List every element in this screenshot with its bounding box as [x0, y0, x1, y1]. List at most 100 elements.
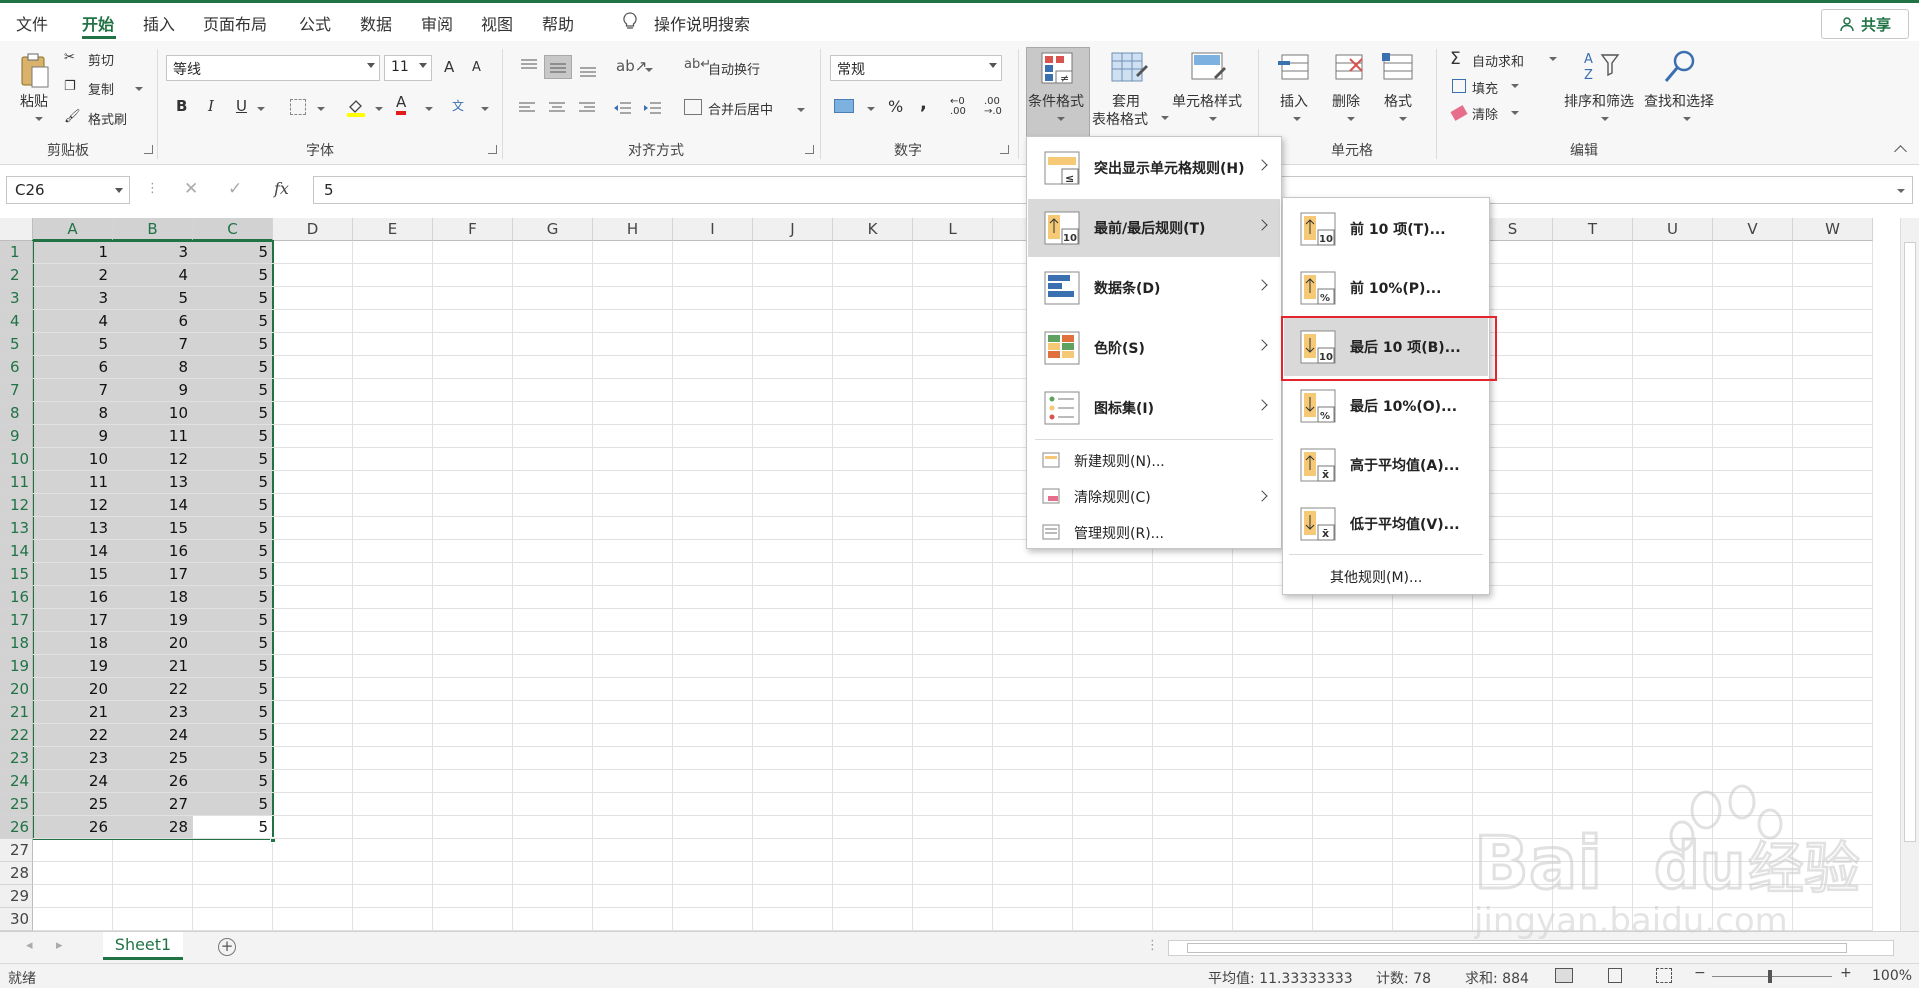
menu-top-bottom-rules[interactable]: 10 最前/最后规则(T) [1028, 199, 1280, 257]
menu-highlight-cells-rules[interactable]: ≤ 突出显示单元格规则(H) [1028, 139, 1280, 197]
cell-b7[interactable]: 9 [113, 379, 193, 402]
row-header-16[interactable]: 16 [0, 586, 33, 609]
page-break-view-icon[interactable] [1656, 968, 1672, 983]
tab-page-layout[interactable]: 页面布局 [203, 11, 267, 35]
cell-b21[interactable]: 23 [113, 701, 193, 724]
cell-a16[interactable]: 16 [33, 586, 113, 609]
clear-button[interactable]: 清除 [1472, 104, 1498, 123]
merge-dropdown-icon[interactable] [797, 108, 805, 112]
column-header-d[interactable]: D [273, 218, 353, 241]
cell-c5[interactable]: 5 [193, 333, 273, 356]
row-header-24[interactable]: 24 [0, 770, 33, 793]
paste-icon[interactable] [16, 51, 54, 89]
cell-a25[interactable]: 25 [33, 793, 113, 816]
row-header-8[interactable]: 8 [0, 402, 33, 425]
cell-a15[interactable]: 15 [33, 563, 113, 586]
format-cells-button[interactable]: 格式 [1384, 91, 1412, 111]
cell-b24[interactable]: 26 [113, 770, 193, 793]
cell-a7[interactable]: 7 [33, 379, 113, 402]
delete-cells-icon[interactable] [1330, 51, 1368, 89]
submenu-more-rules[interactable]: 其他规则(M)... [1284, 558, 1488, 594]
row-header-22[interactable]: 22 [0, 724, 33, 747]
zoom-slider[interactable] [1712, 976, 1832, 977]
increase-decimal-icon[interactable]: ←0.00 [950, 97, 966, 117]
fill-icon[interactable] [1452, 79, 1466, 93]
submenu-top-10-percent[interactable]: % 前 10%(P)... [1284, 259, 1488, 317]
cell-b11[interactable]: 13 [113, 471, 193, 494]
bold-button[interactable]: B [176, 97, 187, 115]
font-size-select[interactable]: 11 [384, 55, 432, 81]
cell-a6[interactable]: 6 [33, 356, 113, 379]
cell-a22[interactable]: 22 [33, 724, 113, 747]
shrink-font-icon[interactable]: A [472, 60, 481, 75]
cell-a9[interactable]: 9 [33, 425, 113, 448]
cell-a21[interactable]: 21 [33, 701, 113, 724]
delete-cells-button[interactable]: 删除 [1332, 91, 1360, 111]
tab-review[interactable]: 审阅 [421, 11, 453, 35]
horizontal-scrollbar[interactable] [1168, 940, 1894, 956]
cell-b25[interactable]: 27 [113, 793, 193, 816]
paste-dropdown-icon[interactable] [35, 117, 43, 121]
wrap-text-button[interactable]: 自动换行 [708, 59, 760, 78]
tab-split-handle-icon[interactable]: ⋮ [1146, 938, 1159, 953]
column-header-w[interactable]: W [1793, 218, 1873, 241]
cell-b15[interactable]: 17 [113, 563, 193, 586]
cell-styles-icon[interactable] [1190, 51, 1228, 89]
format-as-table-label-2[interactable]: 表格格式 [1092, 109, 1148, 129]
cell-a4[interactable]: 4 [33, 310, 113, 333]
row-header-21[interactable]: 21 [0, 701, 33, 724]
currency-icon[interactable] [834, 99, 854, 113]
cell-a13[interactable]: 13 [33, 517, 113, 540]
add-sheet-icon[interactable]: + [218, 938, 236, 956]
cell-a12[interactable]: 12 [33, 494, 113, 517]
cell-c6[interactable]: 5 [193, 356, 273, 379]
cell-c9[interactable]: 5 [193, 425, 273, 448]
alignment-launcher-icon[interactable] [805, 145, 814, 154]
decrease-decimal-icon[interactable]: .00 →.0 [984, 97, 1002, 117]
cell-c3[interactable]: 5 [193, 287, 273, 310]
phonetic-icon[interactable]: 文 [452, 97, 464, 114]
align-left-icon[interactable] [518, 101, 536, 119]
tab-home[interactable]: 开始 [82, 11, 114, 35]
sort-filter-dropdown-icon[interactable] [1601, 117, 1609, 121]
column-header-l[interactable]: L [913, 218, 993, 241]
cell-a3[interactable]: 3 [33, 287, 113, 310]
menu-clear-rules[interactable]: 清除规则(C) [1028, 478, 1280, 514]
cell-a23[interactable]: 23 [33, 747, 113, 770]
cell-c22[interactable]: 5 [193, 724, 273, 747]
menu-data-bars[interactable]: 数据条(D) [1028, 259, 1280, 317]
row-header-6[interactable]: 6 [0, 356, 33, 379]
cell-c16[interactable]: 5 [193, 586, 273, 609]
format-cells-icon[interactable] [1380, 51, 1418, 89]
row-header-23[interactable]: 23 [0, 747, 33, 770]
cell-b23[interactable]: 25 [113, 747, 193, 770]
format-as-table-dropdown-icon[interactable] [1161, 116, 1169, 120]
font-launcher-icon[interactable] [488, 145, 497, 154]
share-button[interactable]: 共享 [1821, 9, 1909, 39]
cell-c24[interactable]: 5 [193, 770, 273, 793]
comma-button[interactable]: , [920, 93, 927, 114]
cell-b20[interactable]: 22 [113, 678, 193, 701]
cell-c25[interactable]: 5 [193, 793, 273, 816]
autosum-dropdown-icon[interactable] [1549, 57, 1557, 61]
cell-a5[interactable]: 5 [33, 333, 113, 356]
fill-button[interactable]: 填充 [1472, 78, 1498, 97]
cell-b9[interactable]: 11 [113, 425, 193, 448]
copy-button[interactable]: 复制 [88, 79, 114, 98]
row-header-5[interactable]: 5 [0, 333, 33, 356]
font-color-icon[interactable]: A [396, 93, 407, 115]
zoom-slider-thumb[interactable] [1768, 970, 1772, 983]
orientation-icon[interactable]: ab↗ [616, 57, 647, 75]
cell-b12[interactable]: 14 [113, 494, 193, 517]
cell-a1[interactable]: 1 [33, 241, 113, 264]
row-header-4[interactable]: 4 [0, 310, 33, 333]
submenu-below-average[interactable]: x̄ 低于平均值(V)... [1284, 495, 1488, 553]
submenu-bottom-10-percent[interactable]: % 最后 10%(O)... [1284, 377, 1488, 435]
percent-button[interactable]: % [888, 97, 903, 116]
submenu-above-average[interactable]: x̄ 高于平均值(A)... [1284, 436, 1488, 494]
insert-dropdown-icon[interactable] [1293, 117, 1301, 121]
cell-c15[interactable]: 5 [193, 563, 273, 586]
column-header-g[interactable]: G [513, 218, 593, 241]
column-header-u[interactable]: U [1633, 218, 1713, 241]
normal-view-icon[interactable] [1555, 968, 1573, 983]
